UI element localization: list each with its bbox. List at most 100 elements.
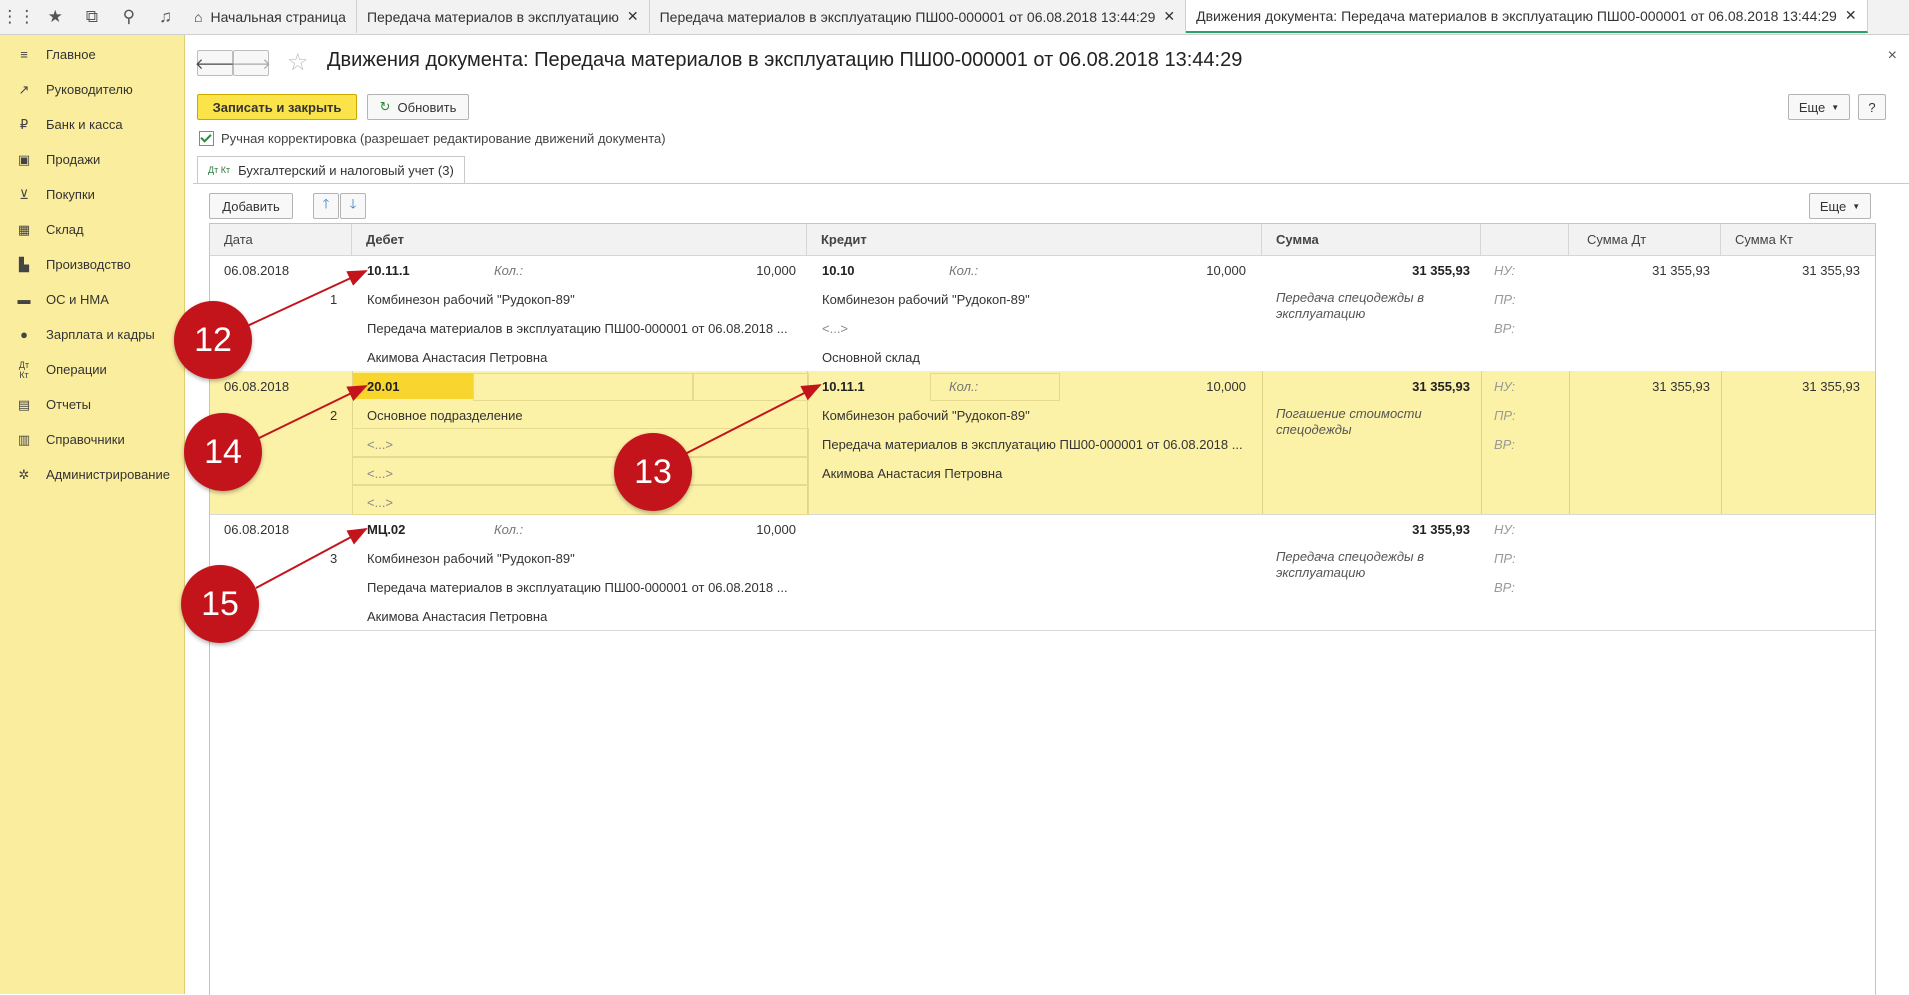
sum-cell[interactable]: 31 355,93 — [1310, 379, 1470, 394]
grid-more-button[interactable]: Еще ▼ — [1809, 193, 1871, 219]
content-cell[interactable]: Передача спецодежды в эксплуатацию — [1276, 549, 1466, 581]
column-sum[interactable]: Сумма — [1262, 224, 1481, 255]
nu-label: НУ: — [1494, 263, 1516, 278]
debit-account[interactable]: МЦ.02 — [367, 522, 405, 537]
close-icon[interactable]: ✕ — [627, 8, 639, 25]
sum-dt-cell[interactable]: 31 355,93 — [1610, 379, 1710, 394]
column-sum-dt[interactable]: Сумма Дт — [1569, 224, 1721, 255]
debit-account[interactable]: 10.11.1 — [367, 263, 410, 278]
close-icon[interactable]: ✕ — [1163, 8, 1175, 25]
tab-accounting-label: Бухгалтерский и налоговый учет (3) — [238, 162, 454, 178]
more-button[interactable]: Еще ▼ — [1788, 94, 1850, 120]
debit-account[interactable]: 20.01 — [367, 379, 400, 394]
sidebar-item-assets[interactable]: ▬ ОС и НМА — [0, 282, 184, 317]
close-icon[interactable]: ✕ — [1845, 7, 1857, 24]
credit-subconto-2[interactable]: Передача материалов в эксплуатацию ПШ00-… — [822, 437, 1243, 452]
sum-cell[interactable]: 31 355,93 — [1310, 263, 1470, 278]
debit-subconto-3[interactable]: Акимова Анастасия Петровна — [367, 350, 547, 365]
sum-cell[interactable]: 31 355,93 — [1310, 522, 1470, 537]
debit-subconto-1[interactable]: Основное подразделение — [367, 408, 523, 423]
tab-document-movements[interactable]: Движения документа: Передача материалов … — [1186, 0, 1868, 33]
help-button[interactable]: ? — [1858, 94, 1886, 120]
forward-button[interactable]: 🡒 — [231, 50, 271, 76]
debit-qty[interactable]: 10,000 — [720, 522, 796, 537]
sidebar-item-operations[interactable]: Дт Кт Операции — [0, 352, 184, 387]
movements-table[interactable]: Дата Дебет Кредит Сумма Сумма Дт Сумма К… — [209, 223, 1876, 995]
favorites-star-icon[interactable]: ★ — [37, 0, 74, 34]
callout-marker: 14 — [184, 413, 262, 491]
debit-subconto-2[interactable]: <...> — [367, 437, 393, 452]
credit-subconto-3[interactable]: Основной склад — [822, 350, 920, 365]
apps-grid-icon[interactable]: ⋮⋮ — [0, 0, 37, 34]
sum-kt-cell[interactable]: 31 355,93 — [1760, 379, 1860, 394]
sidebar-item-bank[interactable]: ₽ Банк и касса — [0, 107, 184, 142]
add-button[interactable]: Добавить — [209, 193, 293, 219]
debit-subconto-2[interactable]: Передача материалов в эксплуатацию ПШ00-… — [367, 580, 788, 595]
credit-subconto-1[interactable]: Комбинезон рабочий "Рудокоп-89" — [822, 292, 1030, 307]
refresh-button[interactable]: ↻ Обновить — [367, 94, 469, 120]
credit-subconto-1[interactable]: Комбинезон рабочий "Рудокоп-89" — [822, 408, 1030, 423]
sidebar-item-main[interactable]: ≡ Главное — [0, 37, 184, 72]
back-button[interactable]: 🡐 — [195, 50, 235, 76]
table-row[interactable]: 06.08.2018 3 МЦ.02 Кол.: 10,000 Комбинез… — [210, 514, 1875, 631]
sum-kt-cell[interactable]: 31 355,93 — [1760, 263, 1860, 278]
history-icon[interactable]: ⧉ — [74, 0, 111, 34]
sidebar-item-catalogs[interactable]: ▥ Справочники — [0, 422, 184, 457]
move-down-button[interactable]: 🡓 — [340, 193, 366, 219]
sidebar-item-purchases[interactable]: ⊻ Покупки — [0, 177, 184, 212]
debit-subconto-3[interactable]: <...> — [367, 466, 393, 481]
sidebar-item-production[interactable]: ▙ Производство — [0, 247, 184, 282]
tab-transfer-document[interactable]: Передача материалов в эксплуатацию ПШ00-… — [649, 0, 1187, 33]
debit-subconto-2[interactable]: Передача материалов в эксплуатацию ПШ00-… — [367, 321, 788, 336]
date-cell: 06.08.2018 — [224, 379, 290, 394]
credit-qty[interactable]: 10,000 — [1170, 379, 1246, 394]
search-icon[interactable]: ⚲ — [110, 0, 147, 34]
arrow-down-icon: 🡓 — [349, 196, 357, 211]
credit-account[interactable]: 10.10 — [822, 263, 855, 278]
tab-transfer-list[interactable]: Передача материалов в эксплуатацию ✕ — [356, 0, 650, 33]
more-label: Еще — [1798, 99, 1826, 115]
sidebar-item-reports[interactable]: ▤ Отчеты — [0, 387, 184, 422]
column-divider — [1481, 371, 1482, 514]
sidebar-item-manager[interactable]: ↗ Руководителю — [0, 72, 184, 107]
credit-account[interactable]: 10.11.1 — [822, 379, 865, 394]
bell-icon[interactable]: ♫ — [147, 0, 184, 34]
debit-subconto-1[interactable]: Комбинезон рабочий "Рудокоп-89" — [367, 292, 575, 307]
main-area: 🡐 🡒 ☆ Движения документа: Передача матер… — [185, 35, 1909, 995]
sidebar-item-admin[interactable]: ✲ Администрирование — [0, 457, 184, 492]
debit-subconto-3[interactable]: Акимова Анастасия Петровна — [367, 609, 547, 624]
content-cell[interactable]: Передача спецодежды в эксплуатацию — [1276, 290, 1466, 322]
ruble-icon: ₽ — [19, 116, 29, 132]
manual-edit-checkbox-row[interactable]: Ручная корректировка (разрешает редактир… — [199, 131, 666, 146]
debit-qty[interactable]: 10,000 — [720, 263, 796, 278]
tab-accounting[interactable]: Дт Кт Бухгалтерский и налоговый учет (3) — [197, 156, 465, 183]
table-row[interactable]: 06.08.2018 1 10.11.1 Кол.: 10,000 Комбин… — [210, 255, 1875, 372]
cell-frame — [352, 484, 809, 515]
credit-subconto-3[interactable]: Акимова Анастасия Петровна — [822, 466, 1002, 481]
column-credit[interactable]: Кредит — [807, 224, 1262, 255]
column-type[interactable] — [1481, 224, 1569, 255]
sidebar-item-sales[interactable]: ▣ Продажи — [0, 142, 184, 177]
sidebar-item-salary[interactable]: ● Зарплата и кадры — [0, 317, 184, 352]
tab-home[interactable]: ⌂ Начальная страница — [184, 0, 357, 33]
sum-dt-cell[interactable]: 31 355,93 — [1610, 263, 1710, 278]
credit-subconto-2[interactable]: <...> — [822, 321, 848, 336]
debit-subconto-1[interactable]: Комбинезон рабочий "Рудокоп-89" — [367, 551, 575, 566]
close-icon[interactable]: × — [1888, 47, 1897, 65]
move-up-button[interactable]: 🡑 — [313, 193, 339, 219]
manual-edit-checkbox[interactable] — [199, 131, 214, 146]
favorite-star-icon[interactable]: ☆ — [287, 48, 309, 77]
column-debit[interactable]: Дебет — [352, 224, 807, 255]
pr-label: ПР: — [1494, 292, 1516, 307]
debit-subconto-4[interactable]: <...> — [367, 495, 393, 510]
sidebar-item-label: Руководителю — [46, 82, 133, 97]
table-row-selected[interactable]: 06.08.2018 2 20.01 Основное подразделени… — [210, 371, 1875, 515]
save-close-button[interactable]: Записать и закрыть — [197, 94, 357, 120]
sidebar-item-warehouse[interactable]: ▦ Склад — [0, 212, 184, 247]
credit-qty[interactable]: 10,000 — [1170, 263, 1246, 278]
column-sum-kt[interactable]: Сумма Кт — [1721, 224, 1875, 255]
content-cell[interactable]: Погашение стоимости спецодежды — [1276, 406, 1466, 438]
manual-edit-label: Ручная корректировка (разрешает редактир… — [221, 131, 666, 146]
sidebar: ≡ Главное ↗ Руководителю ₽ Банк и касса ▣ Пр… — [0, 35, 185, 994]
column-date[interactable]: Дата — [210, 224, 352, 255]
